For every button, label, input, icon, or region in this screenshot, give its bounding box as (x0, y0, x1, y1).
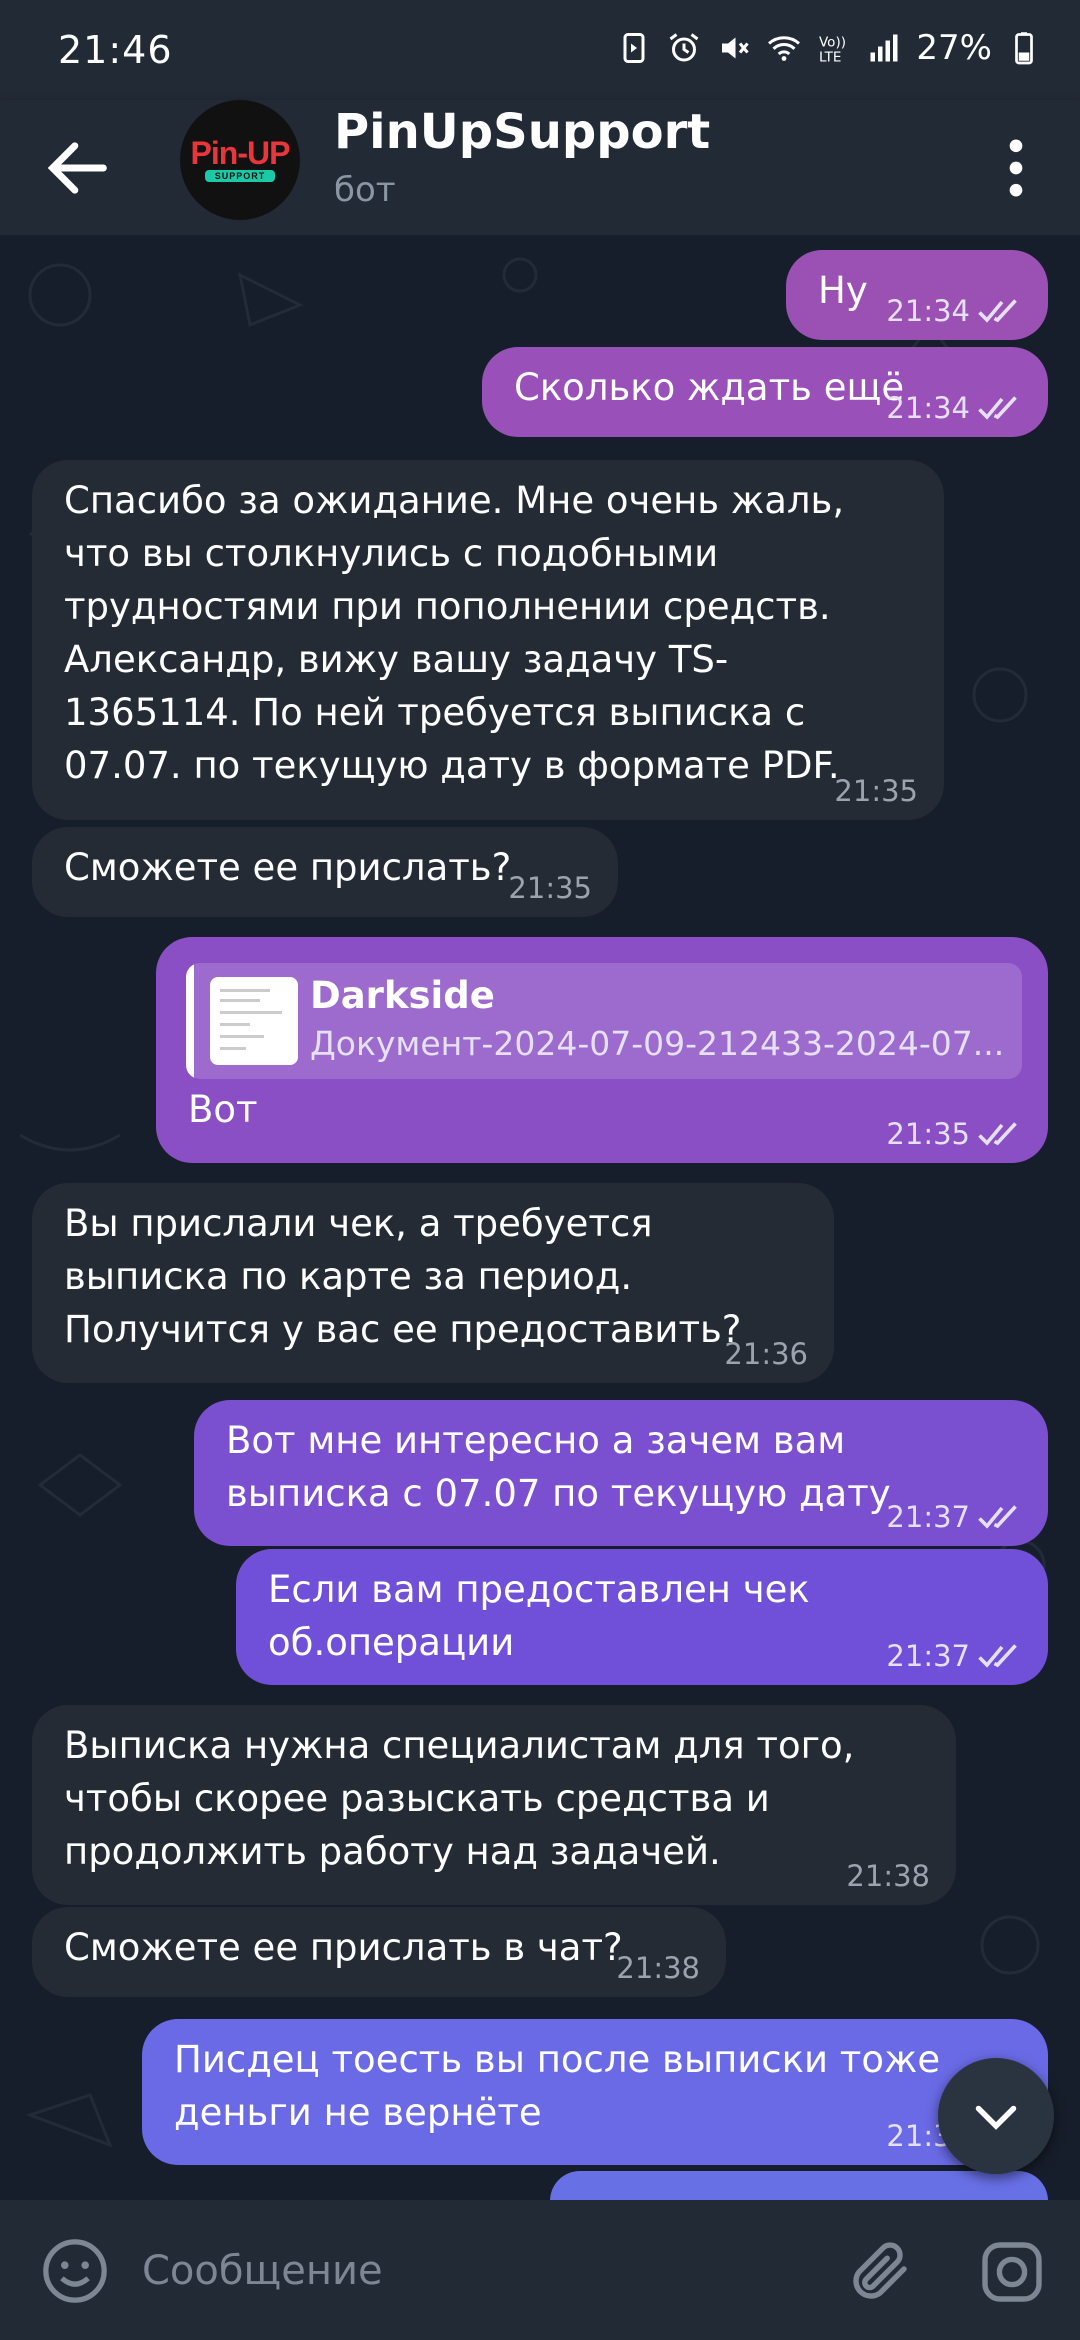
battery-icon (1015, 32, 1033, 65)
signal-icon (870, 34, 898, 62)
message-time: 21:35 (508, 871, 592, 905)
wifi-icon (768, 36, 801, 61)
message-text: Вот (188, 1088, 258, 1131)
volte-icon: Vo))LTE (819, 35, 846, 66)
message-time: 21:38 (616, 1951, 700, 1985)
message-time: 21:37 (886, 1500, 970, 1534)
avatar-logo-text: Pin-UP (190, 135, 291, 171)
message-bubble-incoming[interactable]: Сможете ее прислать? 21:35 (32, 827, 618, 917)
message-meta: 21:36 (724, 1337, 808, 1371)
message-meta: 21:38 (616, 1951, 700, 1985)
camera-icon[interactable] (976, 2236, 1048, 2308)
message-meta: 21:37 (886, 1500, 1022, 1534)
message-text: Сколько ждать ещё (514, 366, 905, 409)
message-bubble-outgoing[interactable]: Писдец тоесть вы после выписки тоже день… (142, 2019, 1048, 2165)
attachment-filename: Документ-2024-07-09-212433-2024-07... (310, 1024, 1005, 1063)
avatar[interactable]: Pin-UP SUPPORT (180, 100, 300, 220)
attachment-title: Darkside (310, 974, 495, 1017)
message-time: 21:34 (886, 294, 970, 328)
message-input[interactable] (140, 2230, 794, 2312)
chat-header: Pin-UP SUPPORT PinUpSupport бот (0, 100, 1080, 235)
double-check-icon (978, 299, 1017, 323)
message-time: 21:35 (834, 774, 918, 808)
message-text: Ну (818, 269, 868, 312)
message-text: Сможете ее прислать? (64, 846, 512, 889)
more-vertical-icon[interactable] (978, 130, 1054, 206)
message-text: Писдец тоесть вы после выписки тоже день… (174, 2038, 941, 2134)
chat-subtitle: бот (334, 170, 396, 210)
message-bubble-outgoing[interactable]: Сколько ждать ещё 21:34 (482, 347, 1048, 437)
status-time: 21:46 (58, 28, 173, 72)
message-bubble-outgoing[interactable]: Если вам предоставлен чек об.операции 21… (236, 1549, 1048, 1685)
message-bubble-incoming[interactable]: Вы прислали чек, а требуется выписка по … (32, 1183, 834, 1383)
message-bubble-outgoing[interactable]: Вот мне интересно а зачем вам выписка с … (194, 1400, 1048, 1546)
message-time: 21:38 (846, 1859, 930, 1893)
message-bubble-incoming[interactable]: Сможете ее прислать в чат? 21:38 (32, 1907, 726, 1997)
message-meta: 21:37 (886, 1639, 1022, 1673)
double-check-icon (978, 1644, 1017, 1668)
double-check-icon (978, 396, 1017, 420)
mute-icon (722, 37, 750, 59)
emoji-icon[interactable] (40, 2236, 110, 2306)
message-composer (0, 2200, 1080, 2340)
message-time: 21:35 (886, 1117, 970, 1151)
message-text: Вот мне интересно а зачем вам выписка с … (226, 1419, 891, 1515)
message-bubble-incoming[interactable]: Выписка нужна специалистам для того, что… (32, 1705, 956, 1905)
message-meta: 21:34 (886, 294, 1022, 328)
double-check-icon (978, 1122, 1017, 1146)
message-bubble-outgoing-partial[interactable] (550, 2171, 1048, 2200)
attachment-accent-bar (186, 963, 194, 1079)
svg-text:Vo)): Vo)) (819, 35, 846, 51)
status-icons: Vo)) LTE 27% (616, 28, 1042, 68)
message-time: 21:36 (724, 1337, 808, 1371)
scroll-down-button[interactable] (938, 2058, 1054, 2174)
alarm-icon (670, 33, 699, 62)
chat-title[interactable]: PinUpSupport (334, 104, 710, 160)
document-attachment[interactable]: Darkside Документ-2024-07-09-212433-2024… (186, 963, 1022, 1079)
message-text: Выписка нужна специалистам для того, что… (64, 1724, 855, 1873)
paperclip-icon[interactable] (844, 2236, 916, 2308)
message-bubble-incoming[interactable]: Спасибо за ожидание. Мне очень жаль, что… (32, 460, 944, 820)
battery-percent: 27% (916, 28, 992, 68)
message-list[interactable]: Ну 21:34 Сколько ждать ещё 21:34 Спасибо… (0, 235, 1080, 2200)
message-meta: 21:35 (508, 871, 592, 905)
avatar-logo-subtext: SUPPORT (204, 170, 276, 182)
message-meta: 21:35 (834, 774, 918, 808)
document-thumbnail (210, 977, 298, 1065)
double-check-icon (978, 1505, 1017, 1529)
message-text: Спасибо за ожидание. Мне очень жаль, что… (64, 479, 845, 787)
message-bubble-outgoing[interactable]: Darkside Документ-2024-07-09-212433-2024… (156, 937, 1048, 1163)
message-text: Если вам предоставлен чек об.операции (268, 1568, 810, 1664)
message-meta: 21:34 (886, 391, 1022, 425)
back-arrow-icon[interactable] (40, 130, 116, 206)
message-time: 21:37 (886, 1639, 970, 1673)
message-text: Сможете ее прислать в чат? (64, 1926, 623, 1969)
chevron-down-icon (975, 2105, 1017, 2130)
message-meta: 21:35 (886, 1117, 1022, 1151)
status-bar: 21:46 Vo)) LTE 27% (0, 0, 1080, 100)
message-text: Вы прислали чек, а требуется выписка по … (64, 1202, 742, 1351)
sim-icon (623, 33, 645, 63)
message-bubble-outgoing[interactable]: Ну 21:34 (786, 250, 1048, 340)
svg-text:LTE: LTE (819, 50, 841, 66)
message-meta: 21:38 (846, 1859, 930, 1893)
message-time: 21:34 (886, 391, 970, 425)
